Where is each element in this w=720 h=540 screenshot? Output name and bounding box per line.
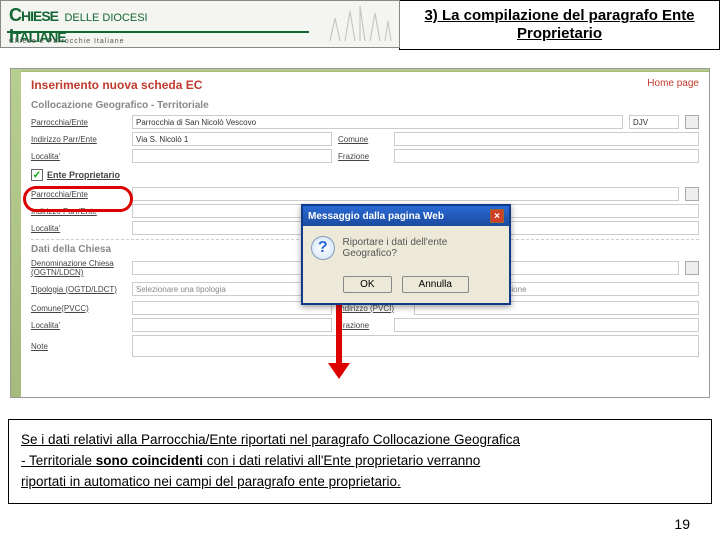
dialog-titlebar: Messaggio dalla pagina Web × [303,206,509,226]
close-icon[interactable]: × [490,209,504,223]
question-icon: ? [311,236,335,260]
subsection-collocazione: Collocazione Geografico - Territoriale [31,100,699,111]
label-indirizzo: Indirizzo Parr/Ente [31,135,126,144]
label-comune: Comune [338,135,388,144]
header-row: CHIESE DELLE DIOCESI ITALIANE Chiese e P… [0,0,720,50]
label-tipologia: Tipologia (OGTD/LDCT) [31,285,126,294]
label-localita2: Localita' [31,224,126,233]
label-parrocchia: Parrocchia/Ente [31,118,126,127]
logo-line [7,31,309,33]
label-ente-proprietario: Ente Proprietario [47,170,120,180]
field-localita[interactable] [132,149,332,163]
shot-left-border [11,69,21,397]
caption-line2c: con i dati relativi all'Ente proprietari… [203,453,480,468]
logo-main: HIESE [21,8,58,24]
label-note: Note [31,342,126,351]
doc-icon[interactable] [685,115,699,129]
logo-sub: DELLE DIOCESI [64,12,147,24]
logo-foot: Chiese e Parrocchie Italiane [9,38,125,45]
section-title-text: Inserimento nuova scheda EC [31,78,202,92]
field-frazione3[interactable] [394,318,699,332]
cathedral-icon [325,3,395,43]
logo-c: C [9,5,21,25]
label-denominazione: Denominazione Chiesa (OGTN/LDCN) [31,259,126,277]
field-parrocchia2[interactable] [132,187,679,201]
caption-box: Se i dati relativi alla Parrocchia/Ente … [8,419,712,504]
field-djv[interactable]: DJV [629,115,679,129]
label-comune-pvcc: Comune(PVCC) [31,304,126,313]
confirm-dialog: Messaggio dalla pagina Web × ? Riportare… [301,204,511,305]
ok-button[interactable]: OK [343,276,391,293]
dialog-text: Riportare i dati dell'ente Geografico? [343,237,501,259]
caption-line1: Se i dati relativi alla Parrocchia/Ente … [21,432,520,447]
home-link[interactable]: Home page [647,78,699,92]
section-title: Inserimento nuova scheda EC Home page [31,78,699,92]
label-frazione3: Frazione [338,321,388,330]
label-localita3: Localita' [31,321,126,330]
field-note[interactable] [132,335,699,357]
label-parrocchia2: Parrocchia/Ente [31,190,126,199]
page-number: 19 [674,516,690,532]
app-screenshot: Inserimento nuova scheda EC Home page Co… [10,68,710,398]
field-comune[interactable] [394,132,699,146]
slide-title-text: 3) La compilazione del paragrafo Ente Pr… [408,7,711,43]
dialog-title: Messaggio dalla pagina Web [308,211,444,222]
slide-title: 3) La compilazione del paragrafo Ente Pr… [399,0,720,50]
doc-icon-2[interactable] [685,187,699,201]
caption-line3: riportati in automatico nei campi del pa… [21,474,401,489]
label-localita: Localita' [31,152,126,161]
caption-line2b: sono coincidenti [96,453,203,468]
label-indirizzo2: Indirizzo Parr/Ente [31,207,126,216]
checkbox-ente-proprietario[interactable]: ✓ [31,169,43,181]
caption-line2a: - Territoriale [21,453,96,468]
logo-block: CHIESE DELLE DIOCESI ITALIANE Chiese e P… [0,0,400,48]
field-parrocchia[interactable]: Parrocchia di San Nicolò Vescovo [132,115,623,129]
doc-icon-3[interactable] [685,261,699,275]
cancel-button[interactable]: Annulla [402,276,469,293]
field-frazione[interactable] [394,149,699,163]
field-indirizzo[interactable]: Via S. Nicolò 1 [132,132,332,146]
field-localita3[interactable] [132,318,332,332]
label-frazione: Frazione [338,152,388,161]
